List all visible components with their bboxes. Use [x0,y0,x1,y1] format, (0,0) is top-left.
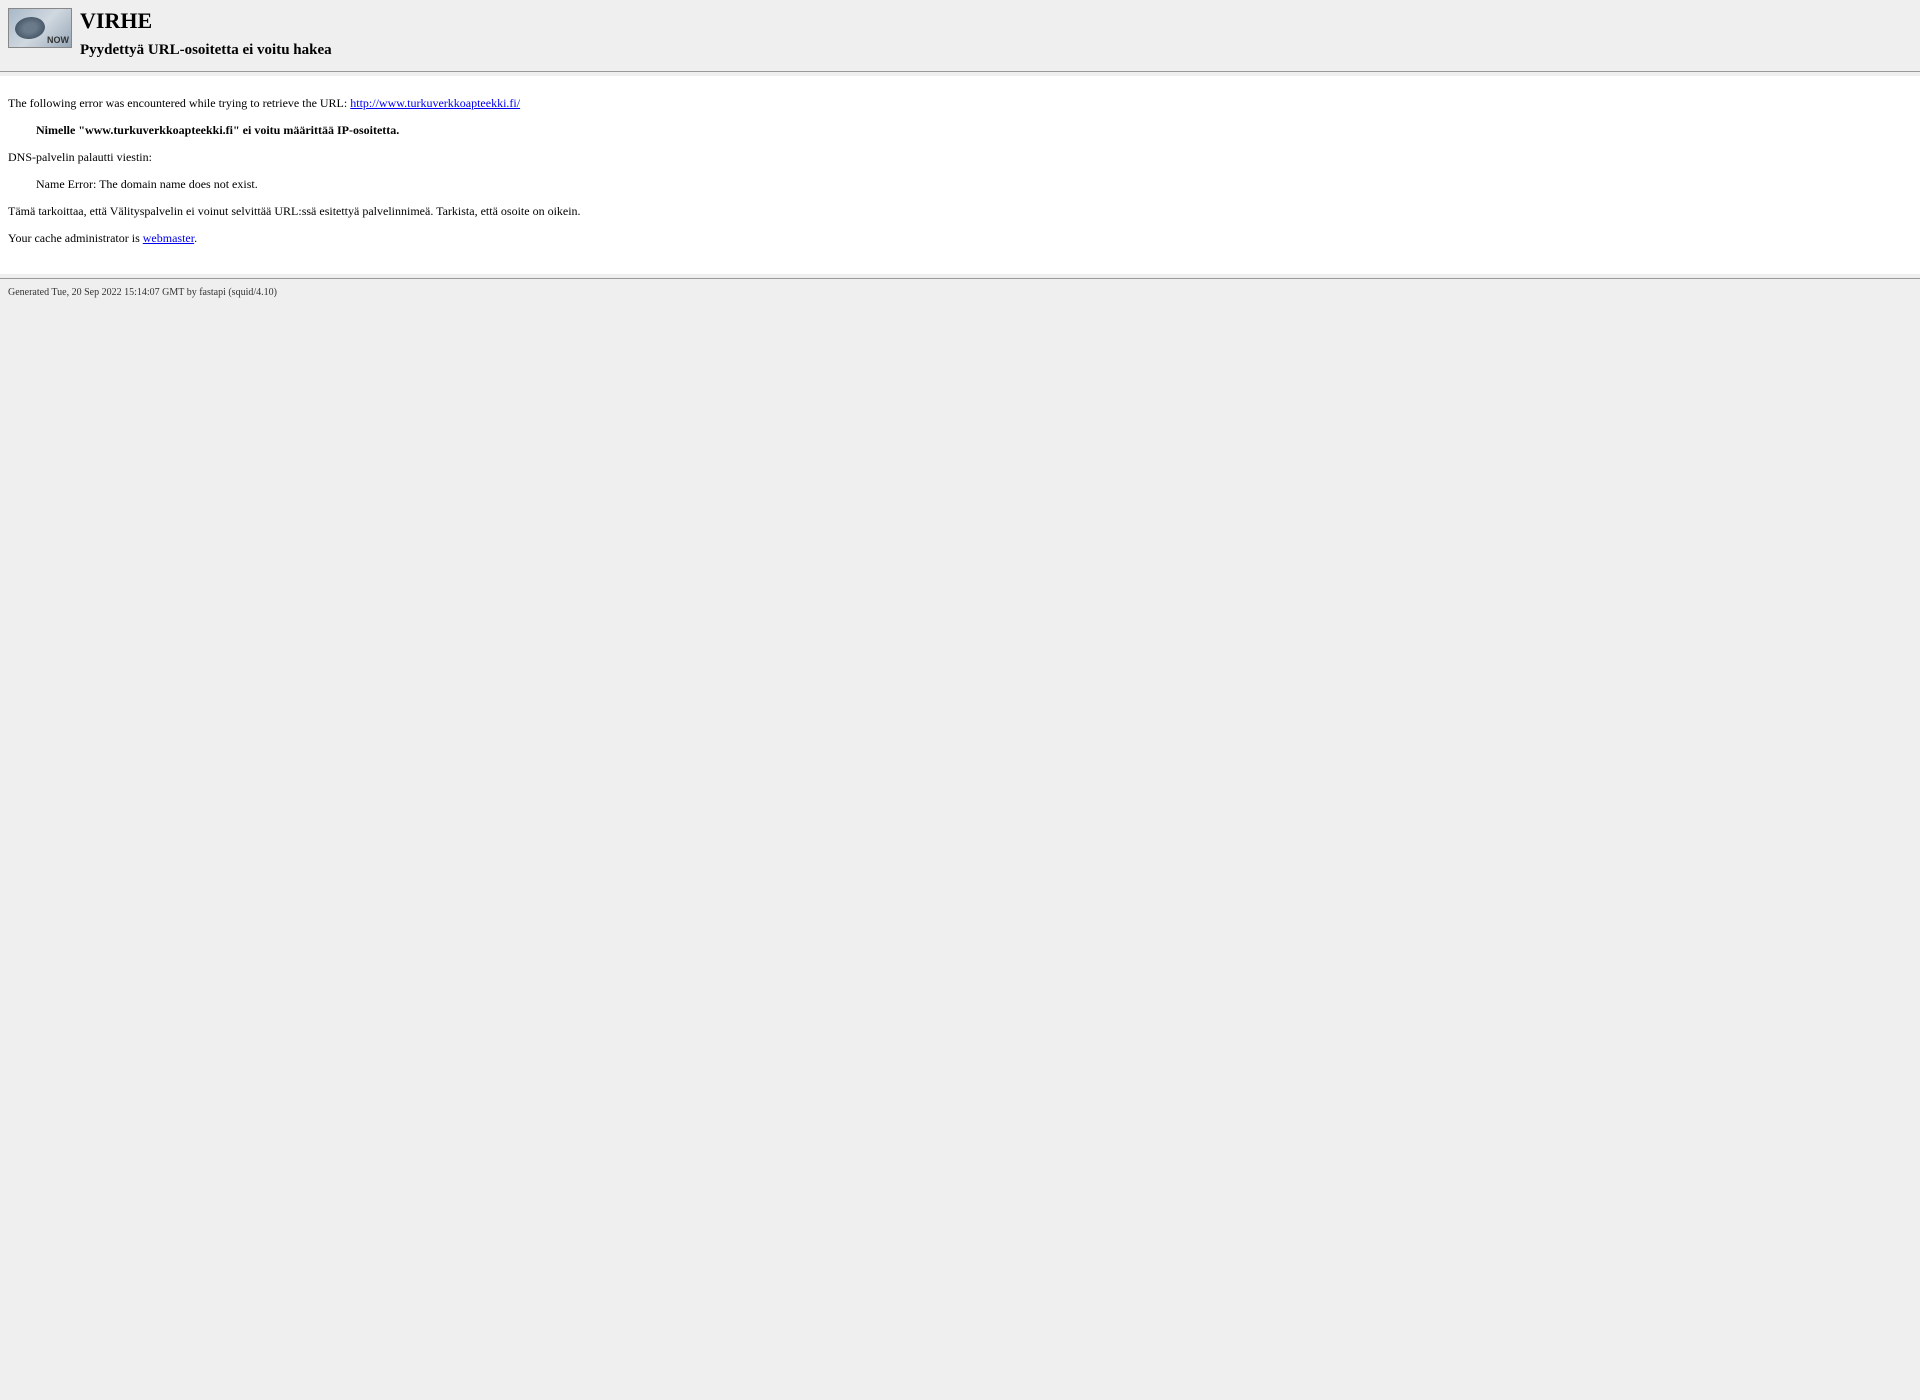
error-intro-text: The following error was encountered whil… [8,96,350,110]
error-subtitle: Pyydettyä URL-osoitetta ei voitu hakea [80,42,332,59]
explanation-text: Tämä tarkoittaa, että Välityspalvelin ei… [8,204,1912,219]
dns-error-message: Nimelle "www.turkuverkkoapteekki.fi" ei … [36,123,1912,138]
admin-suffix: . [194,231,197,245]
error-content: The following error was encountered whil… [0,76,1920,274]
dns-returned-label: DNS-palvelin palautti viestin: [8,150,1912,165]
squid-now-icon [8,8,72,48]
admin-line: Your cache administrator is webmaster. [8,231,1912,246]
divider-top [0,71,1920,72]
name-error-message: Name Error: The domain name does not exi… [36,177,1912,192]
error-intro-line: The following error was encountered whil… [8,96,1912,111]
generated-timestamp: Generated Tue, 20 Sep 2022 15:14:07 GMT … [8,287,277,298]
header-text-block: VIRHE Pyydettyä URL-osoitetta ei voitu h… [80,8,332,59]
webmaster-link[interactable]: webmaster [143,231,194,245]
error-header: VIRHE Pyydettyä URL-osoitetta ei voitu h… [0,0,1920,67]
error-title: VIRHE [80,8,332,34]
divider-bottom [0,278,1920,279]
footer: Generated Tue, 20 Sep 2022 15:14:07 GMT … [0,283,1920,302]
admin-intro-text: Your cache administrator is [8,231,143,245]
failed-url-link[interactable]: http://www.turkuverkkoapteekki.fi/ [350,96,520,110]
